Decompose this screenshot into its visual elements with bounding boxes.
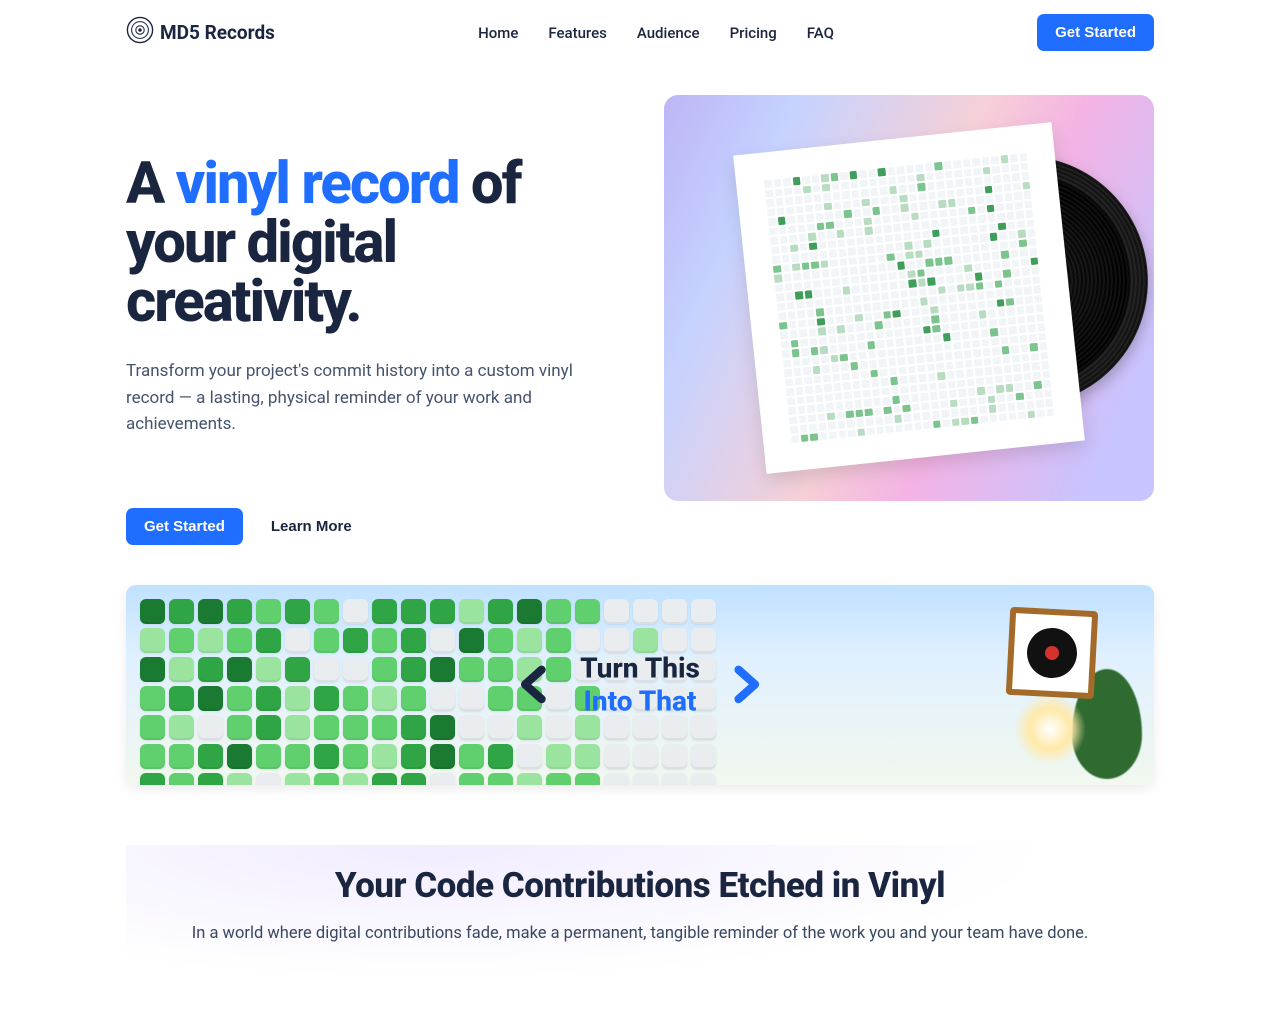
- nav-cta-button[interactable]: Get Started: [1037, 14, 1154, 51]
- top-nav: MD5 Records Home Features Audience Prici…: [126, 0, 1154, 65]
- features-sub: In a world where digital contributions f…: [126, 924, 1154, 943]
- banner-text: Turn This Into That: [580, 651, 700, 718]
- banner-line2: Into That: [580, 685, 700, 719]
- sun-glow-icon: [1014, 693, 1086, 765]
- banner-line1: Turn This: [580, 651, 700, 685]
- hero-copy: A vinyl record of your digital creativit…: [126, 95, 624, 545]
- hero-title: A vinyl record of your digital creativit…: [126, 155, 624, 332]
- banner-right-image: [972, 609, 1132, 759]
- nav-link-pricing[interactable]: Pricing: [730, 24, 777, 42]
- arrow-right-icon: [722, 663, 766, 707]
- features-head: Your Code Contributions Etched in Vinyl …: [126, 845, 1154, 1003]
- hero-buttons: Get Started Learn More: [126, 508, 624, 545]
- contribution-pattern: [764, 153, 1054, 443]
- sleeve-cover: [733, 122, 1085, 474]
- nav-links: Home Features Audience Pricing FAQ: [478, 24, 834, 42]
- hero-title-accent: vinyl record: [176, 150, 459, 218]
- features-heading: Your Code Contributions Etched in Vinyl: [126, 865, 1154, 906]
- hero-primary-button[interactable]: Get Started: [126, 508, 243, 545]
- hero-lead: Transform your project's commit history …: [126, 358, 606, 437]
- hero: A vinyl record of your digital creativit…: [126, 65, 1154, 575]
- nav-link-features[interactable]: Features: [548, 24, 606, 42]
- brand[interactable]: MD5 Records: [126, 16, 275, 49]
- hero-secondary-button[interactable]: Learn More: [271, 518, 352, 535]
- nav-link-audience[interactable]: Audience: [637, 24, 700, 42]
- record-sleeve: [733, 122, 1085, 474]
- turn-this-into-that-banner: Turn This Into That: [126, 585, 1154, 785]
- framed-record-icon: [1006, 606, 1098, 698]
- banner-center: Turn This Into That: [514, 651, 766, 718]
- vinyl-icon: [126, 16, 154, 49]
- nav-link-faq[interactable]: FAQ: [807, 24, 834, 42]
- nav-link-home[interactable]: Home: [478, 24, 518, 42]
- brand-name: MD5 Records: [160, 21, 275, 44]
- hero-visual: [664, 95, 1154, 501]
- arrow-left-icon: [514, 663, 558, 707]
